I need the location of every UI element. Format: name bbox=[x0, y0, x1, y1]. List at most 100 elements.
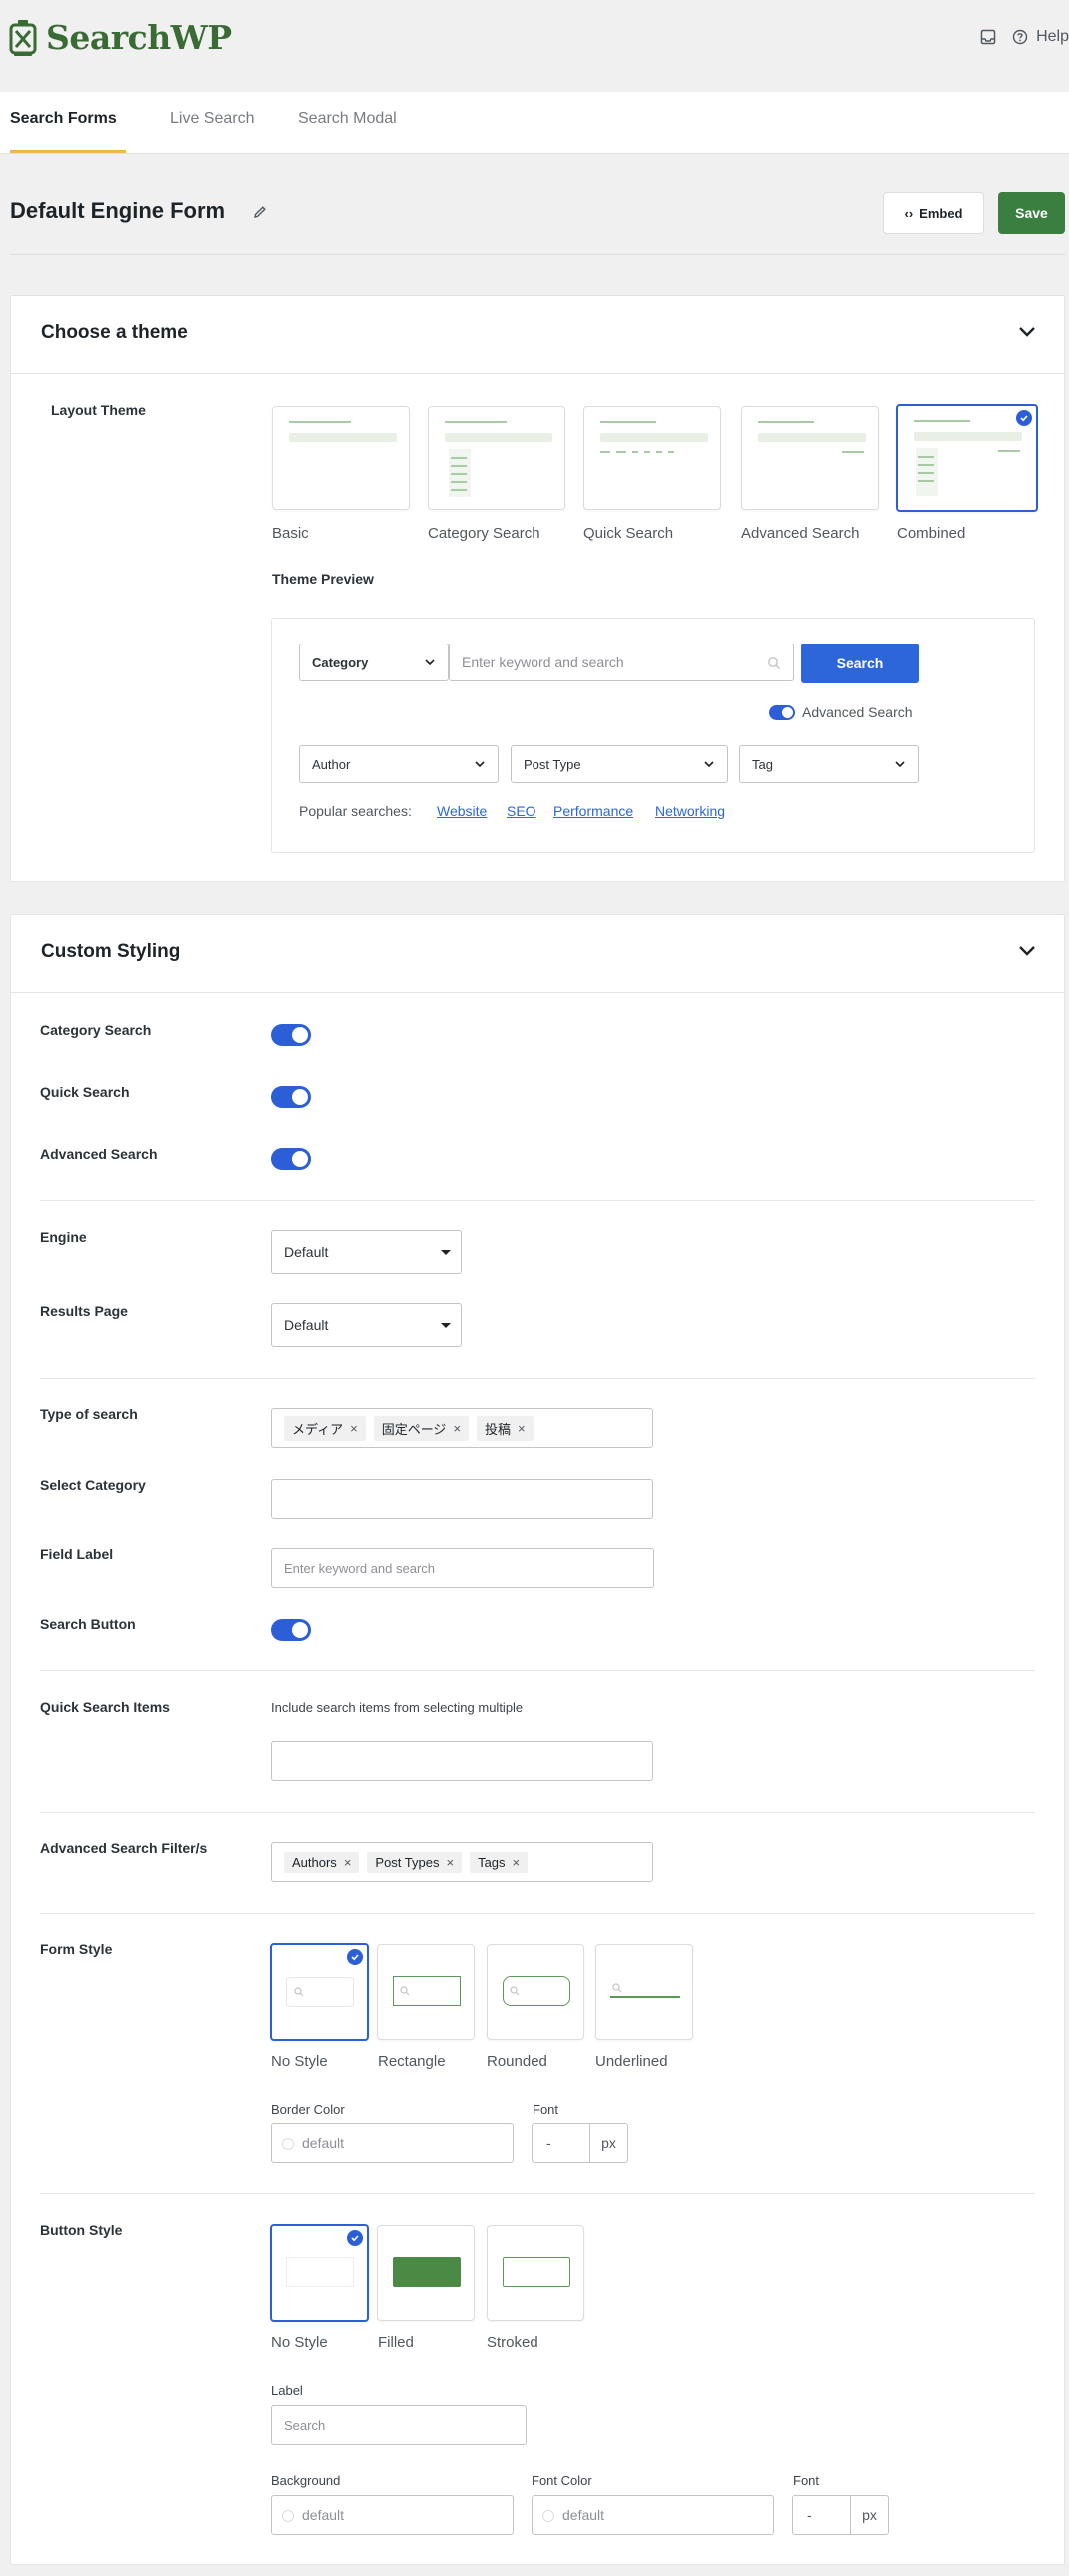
border-color-field[interactable]: default bbox=[271, 2123, 514, 2163]
advanced-search-toggle[interactable] bbox=[769, 705, 795, 720]
inbox-icon[interactable] bbox=[980, 29, 996, 45]
logo-text: SearchWP bbox=[46, 18, 232, 57]
close-icon[interactable]: × bbox=[518, 1421, 526, 1436]
active-tab-indicator bbox=[10, 150, 126, 153]
popular-link-seo[interactable]: SEO bbox=[507, 803, 536, 819]
type-of-search-field[interactable]: メディア × 固定ページ × 投稿 × bbox=[271, 1408, 653, 1448]
search-icon bbox=[612, 1983, 622, 1993]
theme-card-category-search[interactable] bbox=[428, 406, 565, 510]
search-button-toggle[interactable] bbox=[271, 1619, 311, 1641]
tag-filter[interactable]: Tag bbox=[739, 745, 919, 783]
form-style-no-style[interactable] bbox=[270, 1943, 369, 2041]
button-style-stroked[interactable] bbox=[487, 2225, 584, 2321]
category-search-toggle[interactable] bbox=[271, 1024, 311, 1046]
button-style-no-style[interactable] bbox=[270, 2224, 369, 2322]
close-icon[interactable]: × bbox=[344, 1855, 352, 1870]
tab-live-search[interactable]: Live Search bbox=[170, 110, 255, 128]
form-style-rectangle[interactable] bbox=[377, 1944, 475, 2040]
popular-searches-label: Popular searches: bbox=[299, 803, 412, 819]
engine-select-value: Default bbox=[284, 1244, 329, 1260]
popular-link-performance[interactable]: Performance bbox=[553, 803, 633, 819]
close-icon[interactable]: × bbox=[446, 1855, 454, 1870]
close-icon[interactable]: × bbox=[453, 1421, 461, 1436]
chevron-down-icon bbox=[425, 659, 435, 666]
chip[interactable]: 投稿 × bbox=[477, 1415, 534, 1441]
theme-card-basic[interactable] bbox=[272, 406, 410, 510]
button-font-size-value[interactable]: - bbox=[793, 2496, 851, 2534]
font-size-value[interactable]: - bbox=[533, 2124, 590, 2162]
popular-link-website[interactable]: Website bbox=[437, 803, 487, 819]
theme-preview-label: Theme Preview bbox=[272, 571, 374, 587]
color-swatch[interactable] bbox=[282, 2138, 294, 2150]
select-category-field[interactable] bbox=[271, 1479, 653, 1519]
button-font-size-field[interactable]: - px bbox=[792, 2495, 889, 2535]
divider bbox=[40, 1378, 1035, 1379]
chip-label: 固定ページ bbox=[381, 1421, 447, 1437]
search-icon bbox=[294, 1987, 304, 1997]
font-color-field[interactable]: default bbox=[532, 2495, 774, 2535]
top-bar: SearchWP Help bbox=[0, 0, 1069, 92]
search-button-label: Search Button bbox=[40, 1616, 136, 1632]
preview-search-input[interactable]: Enter keyword and search bbox=[449, 644, 794, 681]
chevron-down-icon[interactable] bbox=[1018, 945, 1036, 957]
color-swatch[interactable] bbox=[542, 2510, 554, 2522]
form-style-underlined[interactable] bbox=[595, 1944, 693, 2040]
embed-button[interactable]: ‹› Embed bbox=[883, 192, 984, 234]
chip[interactable]: Authors × bbox=[284, 1851, 360, 1873]
close-icon[interactable]: × bbox=[350, 1421, 358, 1436]
theme-label-basic: Basic bbox=[272, 525, 309, 542]
tab-bar: Search Forms Live Search Search Modal bbox=[0, 92, 1069, 154]
help-link[interactable]: Help bbox=[1012, 28, 1069, 46]
theme-panel-header[interactable]: Choose a theme bbox=[11, 296, 1064, 374]
tab-search-forms[interactable]: Search Forms bbox=[10, 110, 117, 128]
border-color-label: Border Color bbox=[271, 2102, 345, 2117]
button-font-label: Font bbox=[793, 2473, 820, 2488]
post-type-filter[interactable]: Post Type bbox=[511, 745, 728, 783]
form-style-label-underlined: Underlined bbox=[595, 2053, 668, 2070]
close-icon[interactable]: × bbox=[513, 1855, 521, 1870]
advanced-search-toggle-setting[interactable] bbox=[271, 1148, 311, 1170]
page-title: Default Engine Form bbox=[10, 198, 226, 223]
chip[interactable]: Tags × bbox=[470, 1851, 529, 1873]
pencil-icon[interactable] bbox=[252, 204, 268, 220]
question-circle-icon bbox=[1012, 29, 1028, 45]
tab-search-modal[interactable]: Search Modal bbox=[298, 110, 397, 128]
styling-panel-header[interactable]: Custom Styling bbox=[11, 915, 1064, 993]
searchwp-logo[interactable]: SearchWP bbox=[8, 18, 232, 57]
search-icon bbox=[768, 657, 780, 669]
advanced-search-toggle-label: Advanced Search bbox=[802, 704, 913, 720]
color-swatch[interactable] bbox=[282, 2510, 294, 2522]
font-size-field[interactable]: - px bbox=[532, 2123, 628, 2163]
chip[interactable]: メディア × bbox=[284, 1415, 366, 1441]
font-color-label: Font Color bbox=[532, 2473, 592, 2488]
chevron-down-icon bbox=[895, 761, 905, 768]
category-select[interactable]: Category bbox=[299, 644, 449, 681]
author-filter[interactable]: Author bbox=[299, 745, 499, 783]
form-style-rounded[interactable] bbox=[487, 1944, 584, 2040]
chip[interactable]: 固定ページ × bbox=[373, 1415, 470, 1441]
button-style-label: Button Style bbox=[40, 2222, 123, 2238]
quick-search-items-field[interactable] bbox=[271, 1741, 653, 1781]
engine-label: Engine bbox=[40, 1229, 87, 1245]
engine-select[interactable]: Default bbox=[271, 1230, 462, 1274]
divider bbox=[40, 1812, 1035, 1813]
button-style-filled[interactable] bbox=[377, 2225, 475, 2321]
preview-search-button[interactable]: Search bbox=[801, 644, 919, 683]
chevron-down-icon[interactable] bbox=[1018, 326, 1036, 338]
results-page-select[interactable]: Default bbox=[271, 1303, 462, 1347]
field-label-input[interactable]: Enter keyword and search bbox=[271, 1548, 654, 1588]
quick-search-toggle[interactable] bbox=[271, 1086, 311, 1108]
background-color-field[interactable]: default bbox=[271, 2495, 514, 2535]
theme-card-quick-search[interactable] bbox=[583, 406, 721, 510]
chip[interactable]: Post Types × bbox=[367, 1851, 463, 1873]
popular-link-networking[interactable]: Networking bbox=[655, 803, 725, 819]
advanced-search-filters-field[interactable]: Authors × Post Types × Tags × bbox=[271, 1842, 653, 1882]
post-type-filter-value: Post Type bbox=[524, 756, 581, 772]
select-category-label: Select Category bbox=[40, 1477, 146, 1493]
button-label-input[interactable]: Search bbox=[271, 2405, 527, 2445]
font-label: Font bbox=[533, 2102, 559, 2117]
theme-card-combined[interactable] bbox=[896, 404, 1038, 512]
theme-card-advanced-search[interactable] bbox=[741, 406, 879, 510]
save-button[interactable]: Save bbox=[998, 192, 1065, 234]
theme-label-category-search: Category Search bbox=[428, 525, 540, 542]
